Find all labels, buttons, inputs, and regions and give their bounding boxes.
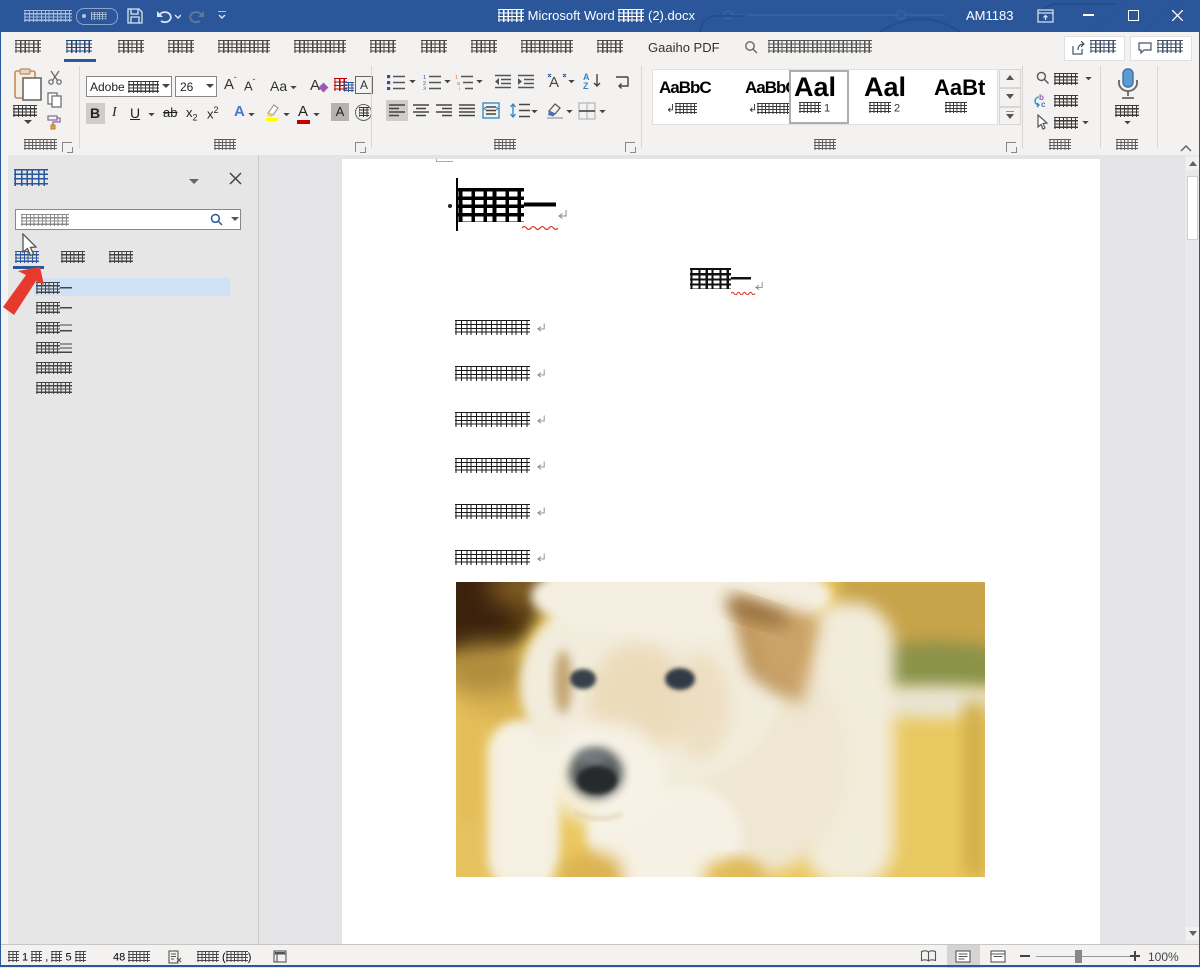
- svg-text:3: 3: [423, 87, 426, 91]
- svg-text:c: c: [1041, 100, 1046, 108]
- svg-text:i: i: [459, 87, 460, 91]
- svg-text:Z: Z: [583, 81, 589, 90]
